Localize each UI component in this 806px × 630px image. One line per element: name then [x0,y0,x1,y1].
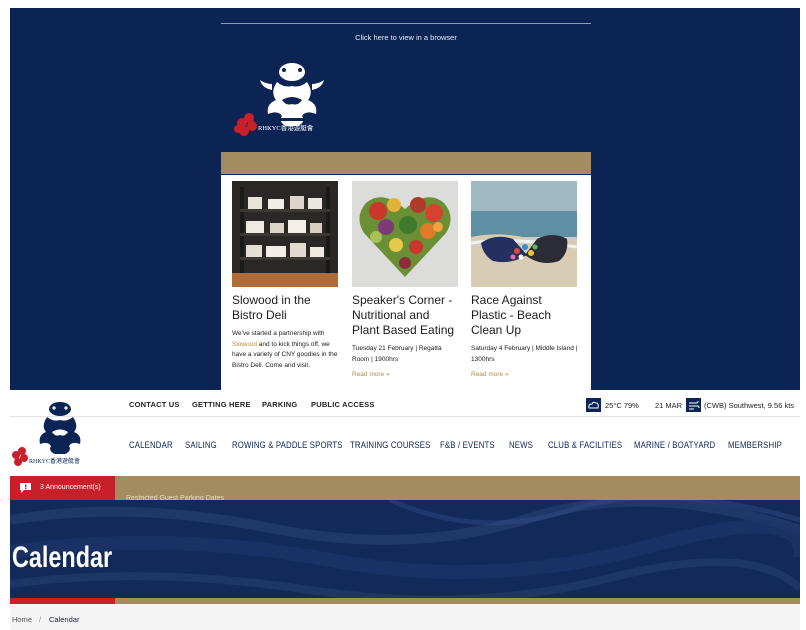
wind-reading: (CWB) Southwest, 9.56 kts [704,401,795,410]
nav-news[interactable]: NEWS [509,440,533,451]
screenshot: Click here to view in a browser RHKYC香港遊 [0,0,806,630]
main-navigation: CALENDAR SAILING ROWING & PADDLE SPORTS … [10,418,800,475]
nav-club-facilities[interactable]: CLUB & FACILITIES [548,440,622,451]
logo-wordmark: RHKYC香港遊艇會 [29,457,80,465]
article-card[interactable]: Speaker's Corner - Nutritional and Plant… [352,181,460,378]
deli-shelves-photo[interactable] [232,181,338,287]
article-title[interactable]: Race Against Plastic - Beach Clean Up [471,293,579,338]
email-club-logo: RHKYC香港遊艇會 [232,60,347,140]
weather-widget: 25°C 79% 21 MAR (CWB) Southwest, 9.56 kt… [586,398,800,412]
article-grid: Slowood in the Bistro Deli We've started… [221,175,591,390]
parking-link[interactable]: PARKING [262,400,297,409]
read-more-link[interactable]: Read more » [352,371,460,378]
vegetable-heart-photo[interactable] [352,181,458,287]
divider [221,23,591,24]
contact-us-link[interactable]: CONTACT US [129,400,180,409]
bauhinia-flower-icon [12,447,28,466]
beach-cleanup-photo[interactable] [471,181,577,287]
view-in-browser-link[interactable]: Click here to view in a browser [221,33,591,42]
breadcrumb-home[interactable]: Home [12,615,32,624]
article-card[interactable]: Slowood in the Bistro Deli We've started… [232,181,340,371]
getting-here-link[interactable]: GETTING HERE [192,400,251,409]
dragon-emblem-icon [39,402,81,454]
breadcrumb-current: Calendar [49,615,80,624]
read-more-link[interactable]: Read more » [471,371,579,378]
article-body: Tuesday 21 February | Regatta Room | 190… [352,345,442,363]
nav-fb-events[interactable]: F&B / EVENTS [440,440,495,451]
nav-training-courses[interactable]: TRAINING COURSES [350,440,431,451]
nav-marine-boatyard[interactable]: MARINE / BOATYARD [634,440,715,451]
page-title: Calendar [12,541,113,574]
nav-calendar[interactable]: CALENDAR [129,440,173,451]
hero-banner [10,500,800,604]
public-access-link[interactable]: PUBLIC ACCESS [311,400,375,409]
slowood-link[interactable]: Slowood [232,341,257,348]
weather-date: 21 MAR [655,401,683,410]
article-body: We've started a partnership with Slowood… [232,330,338,369]
gold-banner [221,152,591,174]
announcement-count: 3 Announcement(s) [40,484,101,491]
nav-membership[interactable]: MEMBERSHIP [728,440,782,451]
announcements-button[interactable]: 3 Announcement(s) [10,476,115,500]
breadcrumb-separator: / [39,615,42,624]
temperature-humidity: 25°C 79% [605,401,639,410]
article-title[interactable]: Speaker's Corner - Nutritional and Plant… [352,293,460,338]
cloud-icon [586,398,601,412]
breadcrumb: Home / Calendar [10,604,800,630]
nav-rowing-paddle-sports[interactable]: ROWING & PADDLE SPORTS [232,440,343,451]
article-card[interactable]: Race Against Plastic - Beach Clean Up Sa… [471,181,579,378]
site-logo[interactable]: RHKYC香港遊艇會 [10,400,102,470]
logo-wordmark: RHKYC香港遊艇會 [258,123,314,132]
article-body: Saturday 4 February | Middle Island | 13… [471,345,578,363]
nav-sailing[interactable]: SAILING [185,440,217,451]
dragon-emblem-icon [260,63,324,126]
wind-icon [686,398,701,412]
announcement-icon [20,483,31,493]
article-title[interactable]: Slowood in the Bistro Deli [232,293,340,323]
utility-bar: CONTACT US GETTING HERE PARKING PUBLIC A… [10,393,800,417]
bauhinia-flower-icon [234,113,257,136]
